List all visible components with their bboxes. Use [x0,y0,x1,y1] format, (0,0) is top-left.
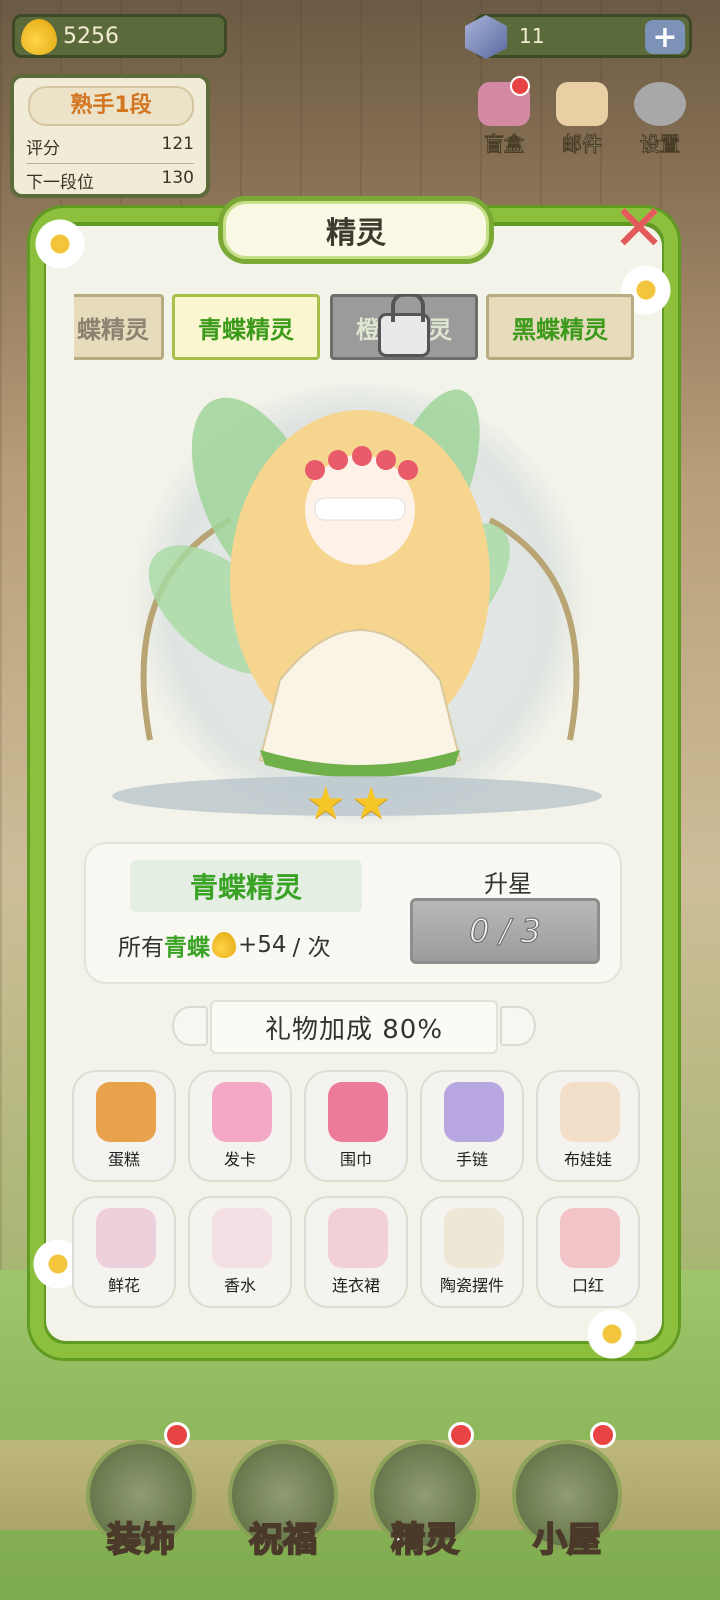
gift-name: 围巾 [339,1150,372,1169]
rank-score-label: 评分 [26,139,60,159]
gift-item[interactable]: 手链 [420,1070,524,1182]
blind-box-label: 盲盒 [484,132,525,157]
nav-label: 祝福 [248,1519,318,1561]
gem-amount: 11 [519,24,545,48]
hairclip-icon [212,1082,272,1142]
close-button[interactable]: ✕ [610,197,668,261]
gift-item[interactable]: 连衣裙 [304,1196,408,1308]
mail-icon [556,82,608,126]
nav-cottage[interactable]: 小屋 [512,1422,622,1570]
lipstick-icon [560,1208,620,1268]
blind-box-button[interactable]: 盲盒 [474,76,534,157]
settings-label: 设置 [640,132,681,157]
gift-item[interactable]: 蛋糕 [72,1070,176,1182]
notification-badge [590,1422,616,1448]
gift-name: 手链 [455,1150,488,1169]
settings-button[interactable]: 设置 [630,82,690,157]
flowers-icon [96,1208,156,1268]
coin-drop-icon [212,932,236,958]
nav-fairy[interactable]: 精灵 [370,1422,480,1570]
bonus-target: 青蝶 [164,935,210,961]
rank-card[interactable]: 熟手1段 评分 121 下一段位 130 [10,74,210,198]
scarf-icon [328,1082,388,1142]
upstar-button[interactable]: 0 / 3 [410,898,600,964]
dress-icon [328,1208,388,1268]
coin-counter: 5256 [12,14,227,58]
star-icon: ★ [351,778,391,829]
gift-name: 口红 [571,1276,604,1295]
notification-badge [448,1422,474,1448]
gift-item[interactable]: 鲜花 [72,1196,176,1308]
rank-title: 熟手1段 [28,86,194,126]
gift-item[interactable]: 发卡 [188,1070,292,1182]
notification-badge [164,1422,190,1448]
rank-next-row: 下一段位 130 [26,168,194,193]
doll-icon [560,1082,620,1142]
gift-name: 鲜花 [107,1276,140,1295]
nav-label: 精灵 [390,1519,460,1561]
notification-badge [510,76,530,96]
gift-name: 香水 [223,1276,256,1295]
rank-score-row: 评分 121 [26,134,194,164]
nav-label: 小屋 [532,1519,602,1561]
gift-name: 布娃娃 [563,1150,612,1169]
rank-next-value: 130 [161,168,194,188]
gift-item[interactable]: 香水 [188,1196,292,1308]
fairy-illustration [140,389,580,778]
tab-black-butterfly-fairy[interactable]: 黑蝶精灵 [486,294,634,360]
mail-button[interactable]: 邮件 [552,82,612,157]
wing-ornament [500,1006,536,1046]
panel-title: 精灵 [218,196,494,264]
gift-name: 连衣裙 [331,1276,380,1295]
gem-counter: 11 + [465,14,692,59]
tab-orange-butterfly-fairy[interactable]: 橙蝶精灵 [330,294,478,360]
nav-decorate[interactable]: 装饰 [86,1422,196,1570]
cake-icon [96,1082,156,1142]
bonus-suffix: / 次 [292,935,331,961]
fairy-name: 青蝶精灵 [130,860,362,912]
rank-next-label: 下一段位 [26,173,94,193]
upstar-label: 升星 [484,870,532,898]
perfume-icon [212,1208,272,1268]
coin-drop-icon [21,19,57,55]
lock-icon [378,294,430,357]
blindfold [314,497,406,521]
gift-name: 陶瓷摆件 [439,1276,504,1295]
daisy-icon [584,1306,640,1362]
rank-score-value: 121 [161,134,194,154]
gift-item[interactable]: 口红 [536,1196,640,1308]
fairy-bonus: 所有 青蝶 +54 / 次 [118,928,331,962]
gift-item[interactable]: 布娃娃 [536,1070,640,1182]
tab-butterfly-fairy[interactable]: 蝶精灵 [74,294,164,360]
nav-blessing[interactable]: 祝福 [228,1430,338,1570]
nav-label: 装饰 [106,1519,176,1561]
gift-name: 蛋糕 [107,1150,140,1169]
gift-bonus-banner: 礼物加成 80% [210,1000,498,1054]
coin-amount: 5256 [63,23,119,49]
gift-item[interactable]: 围巾 [304,1070,408,1182]
add-gems-button[interactable]: + [645,20,685,55]
bracelet-icon [444,1082,504,1142]
bonus-value: +54 [238,932,287,958]
fairy-info-card: 青蝶精灵 所有 青蝶 +54 / 次 升星 0 / 3 [84,842,622,984]
mail-label: 邮件 [562,132,603,157]
gear-icon [634,82,686,126]
ceramic-ornament-icon [444,1208,504,1268]
daisy-icon [32,216,88,272]
tab-cyan-butterfly-fairy[interactable]: 青蝶精灵 [172,294,320,360]
wing-ornament [172,1006,208,1046]
bonus-prefix: 所有 [118,935,164,961]
gift-item[interactable]: 陶瓷摆件 [420,1196,524,1308]
fairy-tabs: 蝶精灵 青蝶精灵 橙蝶精灵 黑蝶精灵 [74,294,634,362]
gift-name: 发卡 [223,1150,256,1169]
star-icon: ★ [306,778,346,829]
star-rating: ★ ★ [306,782,391,826]
